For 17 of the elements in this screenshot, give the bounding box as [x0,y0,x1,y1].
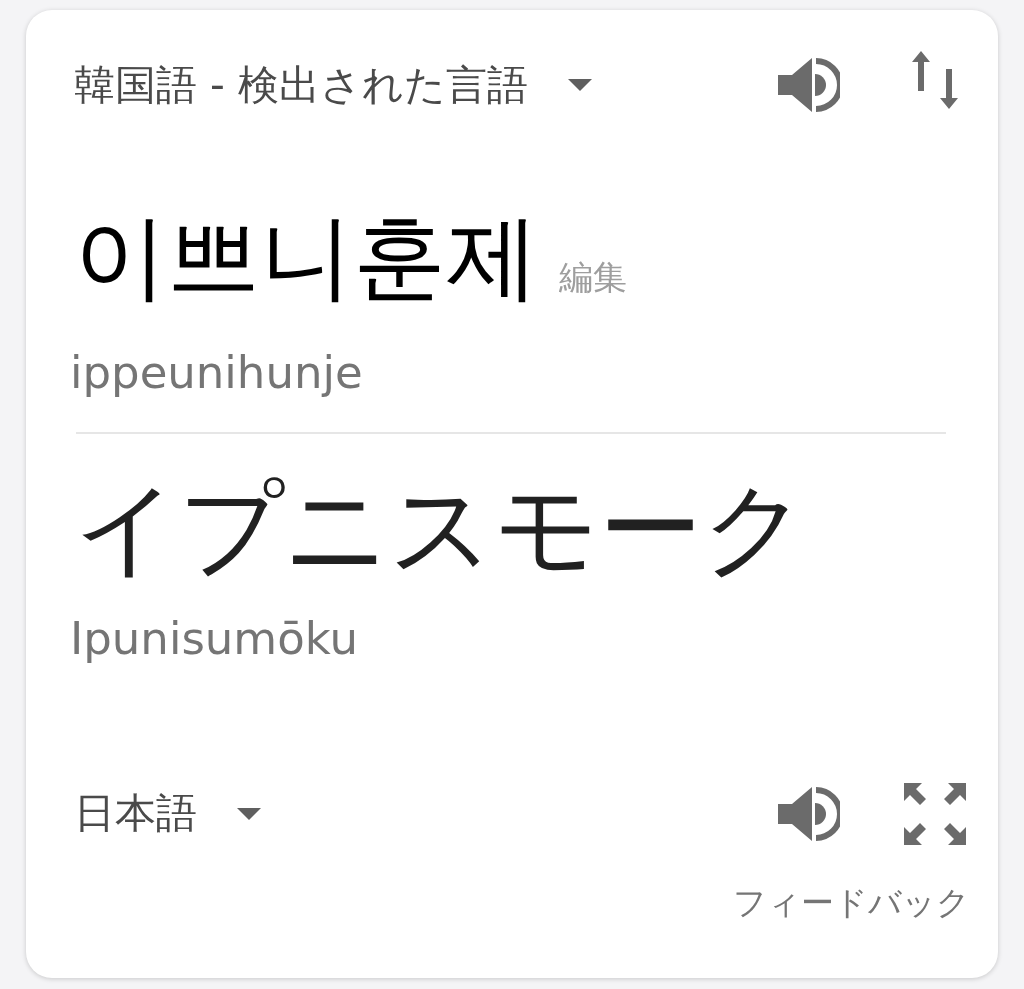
listen-button[interactable] [778,57,840,113]
target-language-dropdown[interactable]: 日本語 [74,786,261,842]
source-romanization: ippeunihunje [70,346,364,400]
speaker-icon [778,57,840,113]
swap-arrows-icon [912,51,958,109]
listen-button[interactable] [778,785,840,842]
feedback-link[interactable]: フィードバック [733,880,970,926]
speaker-icon [778,785,840,842]
fullscreen-icon [904,782,966,845]
source-language-dropdown[interactable]: 韓国語 - 検出された言語 [74,57,592,113]
caret-icon [237,807,261,820]
translation-text: イプニスモーク [74,472,808,586]
fullscreen-button[interactable] [904,782,966,845]
caret-icon [567,79,592,91]
source-text: 이쁘니훈제 [74,206,539,309]
translation-romanization: Ipunisumōku [70,611,359,665]
swap-languages-button[interactable] [912,51,958,109]
